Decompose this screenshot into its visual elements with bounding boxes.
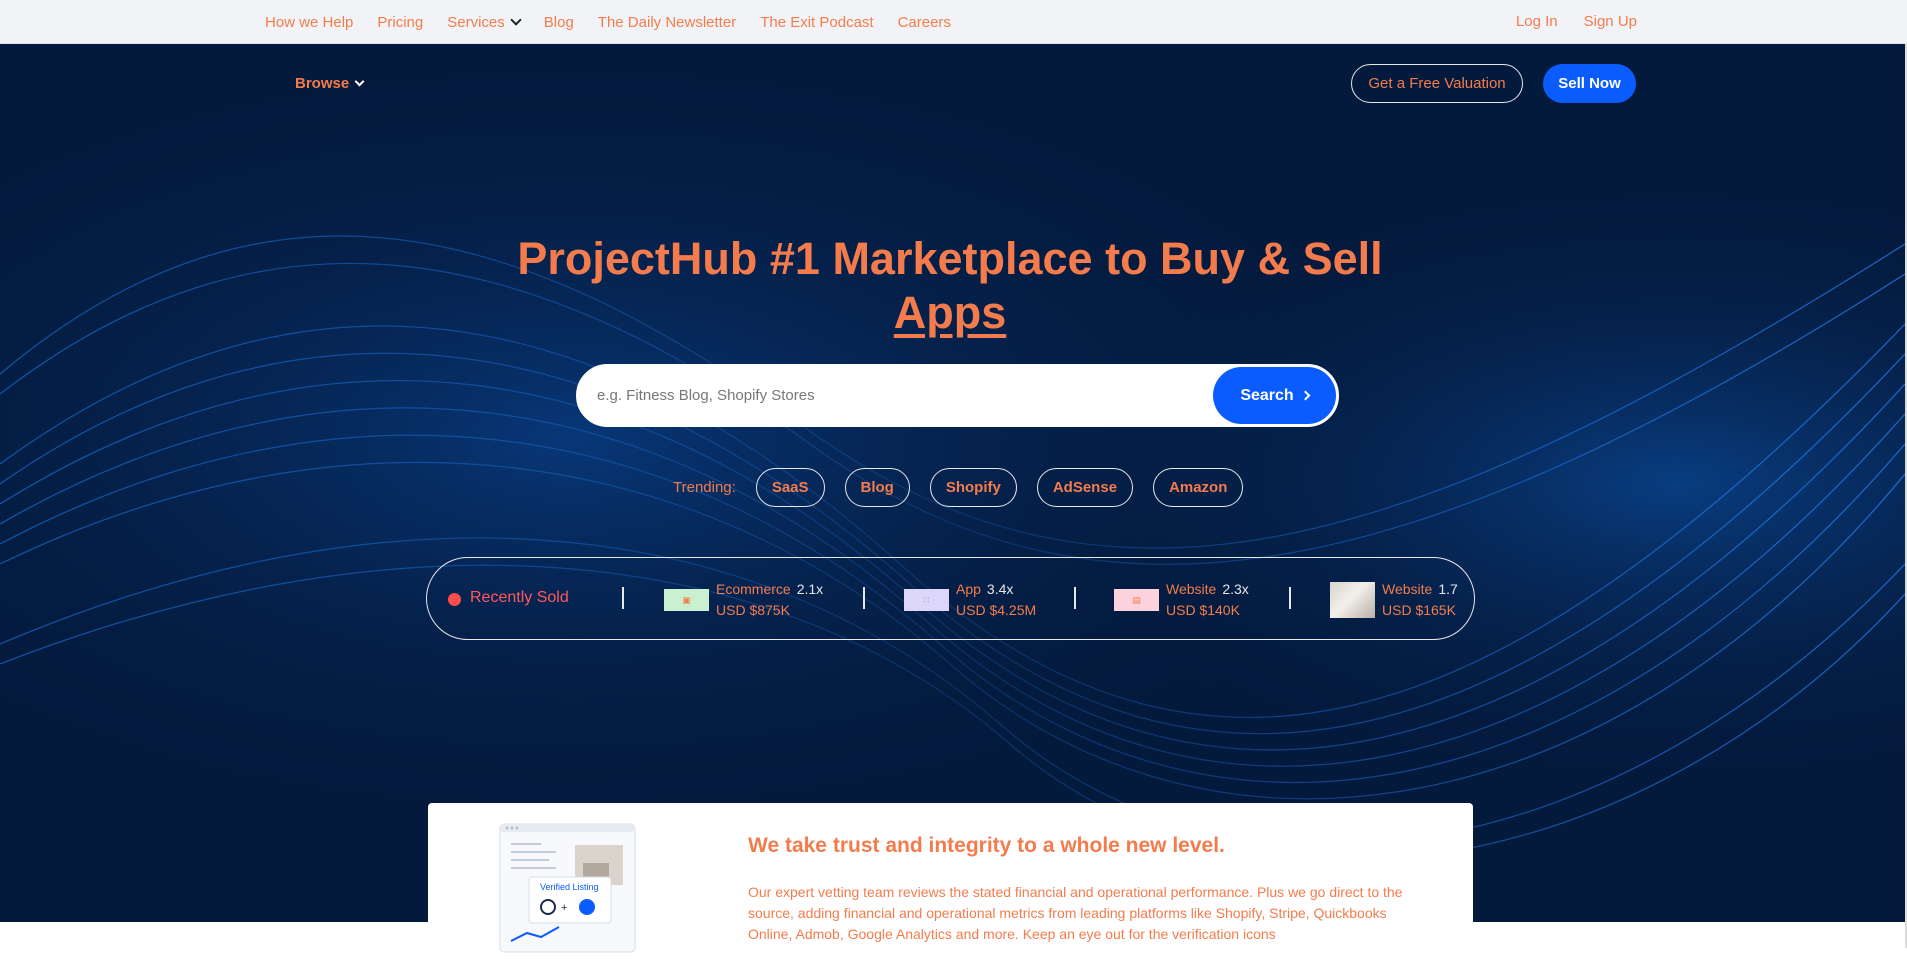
sold-item-category: Ecommerce xyxy=(716,581,791,597)
sold-item-price: USD $140K xyxy=(1166,602,1240,618)
nav-link-services-label: Services xyxy=(447,13,505,31)
browse-menu[interactable]: Browse xyxy=(295,75,365,92)
trending-tag-blog[interactable]: Blog xyxy=(844,468,910,507)
search-button[interactable]: Search xyxy=(1213,367,1336,424)
browser-icon: ▤ xyxy=(1114,589,1159,611)
trending-tag-saas[interactable]: SaaS xyxy=(755,468,825,507)
sold-item-category: Website xyxy=(1382,581,1433,597)
signup-link[interactable]: Sign Up xyxy=(1584,13,1637,30)
sell-now-button[interactable]: Sell Now xyxy=(1543,64,1636,103)
trending-tag-amazon[interactable]: Amazon xyxy=(1153,468,1244,507)
nav-link-blog[interactable]: Blog xyxy=(544,14,574,31)
auth-links: Log In Sign Up xyxy=(1490,0,1637,42)
search-button-label: Search xyxy=(1240,386,1294,404)
recently-sold-ticker: Recently Sold ▣ Ecommerce 2.1x USD $875K … xyxy=(426,557,1475,640)
trust-description: Our expert vetting team reviews the stat… xyxy=(748,884,1403,942)
search-input[interactable] xyxy=(597,379,1177,412)
sold-item[interactable]: ▣ Ecommerce 2.1x USD $875K xyxy=(664,581,823,619)
verified-listing-illustration: Verified Listing + xyxy=(499,823,636,953)
sold-item-multiple: 3.4x xyxy=(986,581,1014,597)
sold-item[interactable]: ▤ Website 2.3x USD $140K xyxy=(1114,581,1249,619)
nav-link-how-we-help[interactable]: How we Help xyxy=(265,14,353,31)
headline-rotating-word: Apps xyxy=(893,287,1007,338)
sold-item-price: USD $165K xyxy=(1382,602,1456,618)
sold-item-multiple: 1.7 xyxy=(1438,581,1458,597)
divider xyxy=(863,587,865,609)
browse-label: Browse xyxy=(295,75,350,92)
verified-listing-label: Verified Listing xyxy=(540,882,599,892)
headline-line-1: ProjectHub #1 Marketplace to Buy & Sell xyxy=(517,233,1383,284)
shop-icon: ▣ xyxy=(664,589,709,611)
login-link[interactable]: Log In xyxy=(1516,13,1558,30)
hero-headline: ProjectHub #1 Marketplace to Buy & Sell … xyxy=(350,232,1550,340)
svg-text:+: + xyxy=(561,902,567,914)
recently-sold-label: Recently Sold xyxy=(470,589,569,606)
sold-item[interactable]: Website 1.7 USD $165K xyxy=(1330,581,1458,619)
trust-heading: We take trust and integrity to a whole n… xyxy=(748,834,1225,857)
sold-item-multiple: 2.3x xyxy=(1222,581,1249,597)
grid-icon: ∷ xyxy=(904,589,949,611)
free-valuation-button[interactable]: Get a Free Valuation xyxy=(1351,64,1523,103)
divider xyxy=(1289,587,1291,609)
trending-tags: Trending: SaaS Blog Shopify AdSense Amaz… xyxy=(673,468,1263,507)
sold-item-price: USD $4.25M xyxy=(956,602,1037,618)
trust-card: Verified Listing + We take trust and int… xyxy=(428,803,1473,963)
search-box: Search xyxy=(576,364,1339,427)
nav-link-services[interactable]: Services xyxy=(447,13,522,31)
live-dot-icon xyxy=(448,593,461,606)
photo-thumbnail xyxy=(1330,582,1375,618)
sold-item-price: USD $875K xyxy=(716,602,790,618)
nav-link-careers[interactable]: Careers xyxy=(898,14,951,31)
nav-link-daily-newsletter[interactable]: The Daily Newsletter xyxy=(598,14,736,31)
sold-item-category: Website xyxy=(1166,581,1217,597)
divider xyxy=(1074,587,1076,609)
trending-tag-adsense[interactable]: AdSense xyxy=(1036,468,1134,507)
chevron-down-icon xyxy=(510,13,522,26)
trending-label: Trending: xyxy=(673,479,736,496)
sold-item-multiple: 2.1x xyxy=(796,581,824,597)
nav-link-exit-podcast[interactable]: The Exit Podcast xyxy=(760,14,873,31)
chevron-down-icon xyxy=(354,76,365,87)
chevron-right-icon xyxy=(1300,390,1311,401)
divider xyxy=(622,587,624,609)
nav-link-pricing[interactable]: Pricing xyxy=(377,14,423,31)
top-nav-links: How we Help Pricing Services Blog The Da… xyxy=(265,0,975,44)
trending-tag-shopify[interactable]: Shopify xyxy=(929,468,1017,507)
top-navigation-bar: How we Help Pricing Services Blog The Da… xyxy=(0,0,1907,44)
sold-item[interactable]: ∷ App 3.4x USD $4.25M xyxy=(904,581,1036,619)
sold-item-category: App xyxy=(956,581,981,597)
